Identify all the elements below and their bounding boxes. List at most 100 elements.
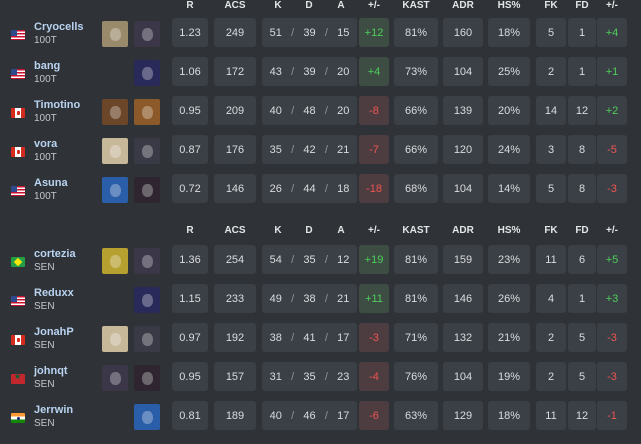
stat-kda-cell: 40 / 48 / 20 [262, 96, 357, 125]
stat-diff-cell: +12 [359, 18, 389, 47]
kda-separator: / [324, 370, 328, 383]
kda-separator: / [291, 253, 295, 266]
stat-kda-cell: 51 / 39 / 15 [262, 18, 357, 47]
stat-kda-cell: 54 / 35 / 12 [262, 245, 357, 274]
player-name-link[interactable]: Timotino [34, 99, 80, 111]
stat-fd-cell: 12 [568, 401, 596, 430]
kda-separator: / [291, 370, 295, 383]
omen-agent-icon [134, 287, 160, 313]
stat-adr-cell: 120 [443, 135, 483, 164]
kda-separator: / [291, 331, 295, 344]
stat-diff-cell: +19 [359, 245, 389, 274]
kda-separator: / [324, 65, 328, 78]
kda-separator: / [291, 65, 295, 78]
stat-diff-cell: +4 [359, 57, 389, 86]
us-flag-icon [11, 296, 25, 306]
player-name-link[interactable]: cortezia [34, 248, 76, 260]
stat-a-value: 20 [337, 104, 350, 117]
stat-fk-cell: 2 [536, 362, 566, 391]
stat-kast-cell: 68% [394, 174, 438, 203]
header-r: R [186, 225, 194, 236]
player-name-link[interactable]: johnqt [34, 365, 68, 377]
kda-separator: / [324, 143, 328, 156]
stat-d-value: 38 [303, 292, 316, 305]
stat-fk-cell: 5 [536, 18, 566, 47]
stat-diff-cell: -8 [359, 96, 389, 125]
player-team-tag: SEN [34, 418, 55, 429]
stat-r-cell: 1.15 [172, 284, 208, 313]
player-row: Cryocells 100T 1.23 249 +12 81% 160 18% 5 1 +4 51/3… [0, 18, 641, 57]
sage-agent-icon [102, 138, 128, 164]
player-row: johnqt SEN 0.95157 -476%10419%25-3 31 / 35 / 23 [0, 362, 641, 401]
header-adr: ADR [452, 225, 474, 236]
player-row: vora 100T 0.87 176 -7 66% 120 24% 3 8 -5 35 / 42 / 21 [0, 135, 641, 174]
team-sen-stats-table: R ACS K D A +/- KAST ADR HS% FK FD +/- cortezia SEN 1.… [0, 225, 641, 440]
stat-hs-cell: 26% [488, 284, 530, 313]
player-team-tag: SEN [34, 340, 55, 351]
viper-agent-icon [134, 326, 160, 352]
player-team-tag: SEN [34, 379, 55, 390]
player-name-link[interactable]: Reduxx [34, 287, 74, 299]
stat-d-value: 39 [303, 65, 316, 78]
stat-kast-cell: 81% [394, 245, 438, 274]
player-row: Reduxx SEN 1.15 233 +11 81% 146 26% 4 1 +3 49 / 38 / 21 [0, 284, 641, 323]
stat-kast-cell: 66% [394, 96, 438, 125]
stat-kda-cell: 35 / 42 / 21 [262, 135, 357, 164]
stat-hs-cell: 25% [488, 57, 530, 86]
header-fd: FD [575, 0, 589, 11]
player-row: Timotino 100T 0.95 209 -8 66% 139 20% 14 12 +2 40/4… [0, 96, 641, 135]
stat-adr-cell: 146 [443, 284, 483, 313]
stats-header-row: R ACS K D A +/- KAST ADR HS% FK FD +/- [0, 225, 641, 239]
stat-diff-cell: -6 [359, 401, 389, 430]
stat-r-cell: 1.06 [172, 57, 208, 86]
stat-fkdiff-cell: +3 [597, 284, 627, 313]
stat-fd-cell: 1 [568, 284, 596, 313]
stat-adr-cell: 104 [443, 174, 483, 203]
stat-acs-cell: 157 [214, 362, 256, 391]
stat-hs-cell: 21% [488, 323, 530, 352]
stat-a-value: 21 [337, 292, 350, 305]
stat-acs-cell: 189 [214, 401, 256, 430]
stat-hs-cell: 20% [488, 96, 530, 125]
stat-adr-cell: 160 [443, 18, 483, 47]
stat-d-value: 35 [303, 253, 316, 266]
kda-separator: / [291, 26, 295, 39]
stat-k-value: 38 [269, 331, 282, 344]
stat-a-value: 17 [337, 331, 350, 344]
kda-separator: / [291, 143, 295, 156]
stat-fkdiff-cell: +2 [597, 96, 627, 125]
stat-fk-cell: 2 [536, 323, 566, 352]
player-name-link[interactable]: Asuna [34, 177, 68, 189]
stat-adr-cell: 139 [443, 96, 483, 125]
kda-separator: / [291, 104, 295, 117]
stat-hs-cell: 24% [488, 135, 530, 164]
player-team-tag: SEN [34, 262, 55, 273]
kda-separator: / [324, 253, 328, 266]
stat-k-value: 54 [269, 253, 282, 266]
header-k: K [274, 0, 282, 11]
stat-d-value: 42 [303, 143, 316, 156]
stat-d-value: 44 [303, 182, 316, 195]
stat-r-cell: 0.72 [172, 174, 208, 203]
stat-acs-cell: 176 [214, 135, 256, 164]
player-team-tag: 100T [34, 35, 57, 46]
player-name-link[interactable]: Jerrwin [34, 404, 73, 416]
stat-kast-cell: 71% [394, 323, 438, 352]
stat-acs-cell: 146 [214, 174, 256, 203]
header-fd: FD [575, 225, 589, 236]
stat-d-value: 39 [303, 26, 316, 39]
player-name-link[interactable]: Cryocells [34, 21, 84, 33]
stat-kast-cell: 81% [394, 284, 438, 313]
player-name-link[interactable]: vora [34, 138, 57, 150]
player-name-link[interactable]: JonahP [34, 326, 74, 338]
reyna-agent-icon [134, 365, 160, 391]
stat-fkdiff-cell: -3 [597, 323, 627, 352]
header-acs: ACS [224, 0, 246, 11]
stat-adr-cell: 132 [443, 323, 483, 352]
header-acs: ACS [224, 225, 246, 236]
raze-agent-icon [134, 99, 160, 125]
header-k: K [274, 225, 282, 236]
fade-agent-icon [134, 21, 160, 47]
kda-separator: / [291, 292, 295, 305]
player-name-link[interactable]: bang [34, 60, 60, 72]
